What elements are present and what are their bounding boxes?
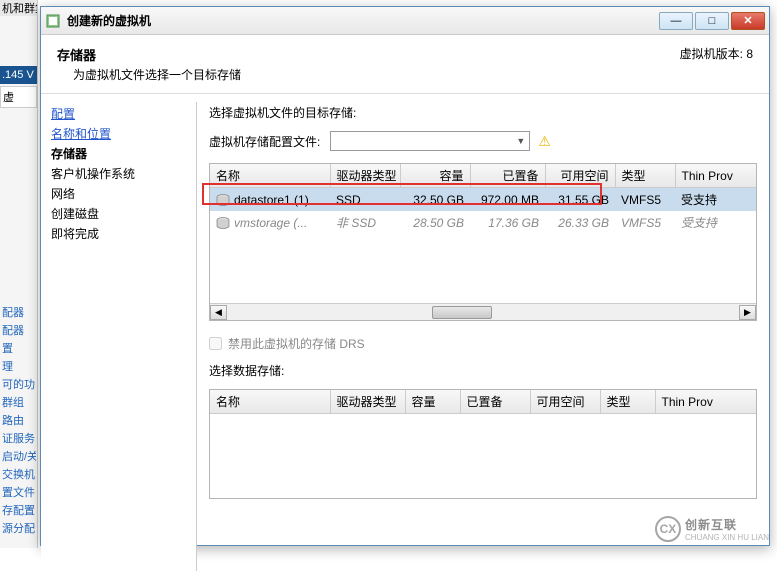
- wizard-step[interactable]: 存储器: [49, 144, 188, 164]
- maximize-button[interactable]: □: [695, 12, 729, 30]
- select-datastore-label: 选择数据存储:: [209, 362, 757, 379]
- storage-profile-label: 虚拟机存储配置文件:: [209, 133, 320, 150]
- bg-link[interactable]: 存配置: [2, 502, 36, 520]
- column-header[interactable]: 驱动器类型: [330, 390, 405, 414]
- scroll-left-icon[interactable]: ◀: [210, 305, 227, 320]
- scroll-right-icon[interactable]: ▶: [739, 305, 756, 320]
- bg-tab: 虚: [0, 86, 37, 108]
- chevron-down-icon: ▼: [516, 136, 525, 146]
- titlebar[interactable]: 创建新的虚拟机 — □ ✕: [41, 7, 769, 35]
- watermark-logo-icon: CX: [655, 516, 681, 542]
- datastore-icon: [216, 194, 230, 206]
- column-header[interactable]: 名称: [210, 390, 330, 414]
- create-vm-dialog: 创建新的虚拟机 — □ ✕ 存储器 为虚拟机文件选择一个目标存储 虚拟机版本: …: [40, 6, 770, 546]
- bg-link[interactable]: 路由: [2, 412, 36, 430]
- bg-link[interactable]: 置文件: [2, 484, 36, 502]
- bg-link[interactable]: 理: [2, 358, 36, 376]
- dialog-body: 配置名称和位置存储器客户机操作系统网络创建磁盘即将完成 选择虚拟机文件的目标存储…: [41, 94, 769, 579]
- disable-drs-checkbox[interactable]: [209, 337, 222, 350]
- datastore-table2[interactable]: 名称驱动器类型容量已置备可用空间类型Thin Prov: [210, 390, 756, 414]
- close-button[interactable]: ✕: [731, 12, 765, 30]
- column-header[interactable]: 容量: [400, 164, 470, 188]
- wizard-content: 选择虚拟机文件的目标存储: 虚拟机存储配置文件: ▼ ⚠ 名称驱动器类型容量已置…: [197, 94, 769, 579]
- bg-link[interactable]: 配器: [2, 322, 36, 340]
- column-header[interactable]: 类型: [600, 390, 655, 414]
- page-title: 存储器: [57, 45, 241, 64]
- column-header[interactable]: 名称: [210, 164, 330, 188]
- datastore-table[interactable]: 名称驱动器类型容量已置备可用空间类型Thin Prov datastore1 (…: [210, 164, 756, 234]
- watermark-subtext: CHUANG XIN HU LIAN: [685, 533, 769, 542]
- table-row[interactable]: datastore1 (1)SSD32.50 GB972.00 MB31.55 …: [210, 188, 756, 212]
- column-header[interactable]: 容量: [405, 390, 460, 414]
- scroll-thumb[interactable]: [432, 306, 492, 319]
- storage-profile-row: 虚拟机存储配置文件: ▼ ⚠: [209, 131, 757, 151]
- column-header[interactable]: 可用空间: [545, 164, 615, 188]
- disable-drs-label: 禁用此虚拟机的存储 DRS: [228, 335, 365, 352]
- column-header[interactable]: Thin Prov: [655, 390, 756, 414]
- wizard-step[interactable]: 创建磁盘: [49, 204, 188, 224]
- wizard-step[interactable]: 网络: [49, 184, 188, 204]
- bg-link[interactable]: 启动/关: [2, 448, 36, 466]
- disable-drs-row: 禁用此虚拟机的存储 DRS: [209, 335, 757, 352]
- horizontal-scrollbar[interactable]: ◀ ▶: [210, 303, 756, 320]
- wizard-step[interactable]: 客户机操作系统: [49, 164, 188, 184]
- bg-link[interactable]: 配器: [2, 304, 36, 322]
- wizard-step[interactable]: 即将完成: [49, 224, 188, 244]
- watermark: CX 创新互联 CHUANG XIN HU LIAN: [655, 516, 769, 542]
- column-header[interactable]: 类型: [615, 164, 675, 188]
- table-row[interactable]: vmstorage (...非 SSD28.50 GB17.36 GB26.33…: [210, 211, 756, 234]
- datastore-icon: [216, 217, 230, 229]
- column-header[interactable]: 驱动器类型: [330, 164, 400, 188]
- bg-sidebar-links: 配器配器置理可的功群组路由证服务启动/关交换机置文件存配置源分配: [2, 304, 36, 538]
- bg-top-text: 机和群集: [0, 0, 37, 16]
- app-icon: [45, 13, 61, 29]
- vm-version: 虚拟机版本: 8: [680, 45, 753, 62]
- background-panel: 机和群集 .145 V 虚 配器配器置理可的功群组路由证服务启动/关交换机置文件…: [0, 0, 38, 548]
- bg-link[interactable]: 群组: [2, 394, 36, 412]
- column-header[interactable]: 可用空间: [530, 390, 600, 414]
- bg-link[interactable]: 交换机: [2, 466, 36, 484]
- wizard-steps: 配置名称和位置存储器客户机操作系统网络创建磁盘即将完成: [41, 94, 196, 579]
- bg-link[interactable]: 证服务: [2, 430, 36, 448]
- column-header[interactable]: 已置备: [470, 164, 545, 188]
- minimize-button[interactable]: —: [659, 12, 693, 30]
- warning-icon: ⚠: [538, 133, 551, 150]
- page-subtitle: 为虚拟机文件选择一个目标存储: [73, 66, 241, 83]
- select-target-label: 选择虚拟机文件的目标存储:: [209, 104, 757, 121]
- watermark-text: 创新互联: [685, 518, 737, 532]
- dialog-header: 存储器 为虚拟机文件选择一个目标存储 虚拟机版本: 8: [41, 35, 769, 94]
- window-title: 创建新的虚拟机: [67, 12, 659, 29]
- window-controls: — □ ✕: [659, 12, 765, 30]
- column-header[interactable]: Thin Prov: [675, 164, 756, 188]
- datastore-table-container: 名称驱动器类型容量已置备可用空间类型Thin Prov datastore1 (…: [209, 163, 757, 321]
- wizard-step[interactable]: 名称和位置: [49, 124, 188, 144]
- bg-blue-strip: .145 V: [0, 66, 37, 84]
- column-header[interactable]: 已置备: [460, 390, 530, 414]
- storage-profile-select[interactable]: ▼: [330, 131, 530, 151]
- datastore-table2-container: 名称驱动器类型容量已置备可用空间类型Thin Prov: [209, 389, 757, 499]
- bg-link[interactable]: 源分配: [2, 520, 36, 538]
- bg-link[interactable]: 置: [2, 340, 36, 358]
- wizard-step[interactable]: 配置: [49, 104, 188, 124]
- bg-link[interactable]: 可的功: [2, 376, 36, 394]
